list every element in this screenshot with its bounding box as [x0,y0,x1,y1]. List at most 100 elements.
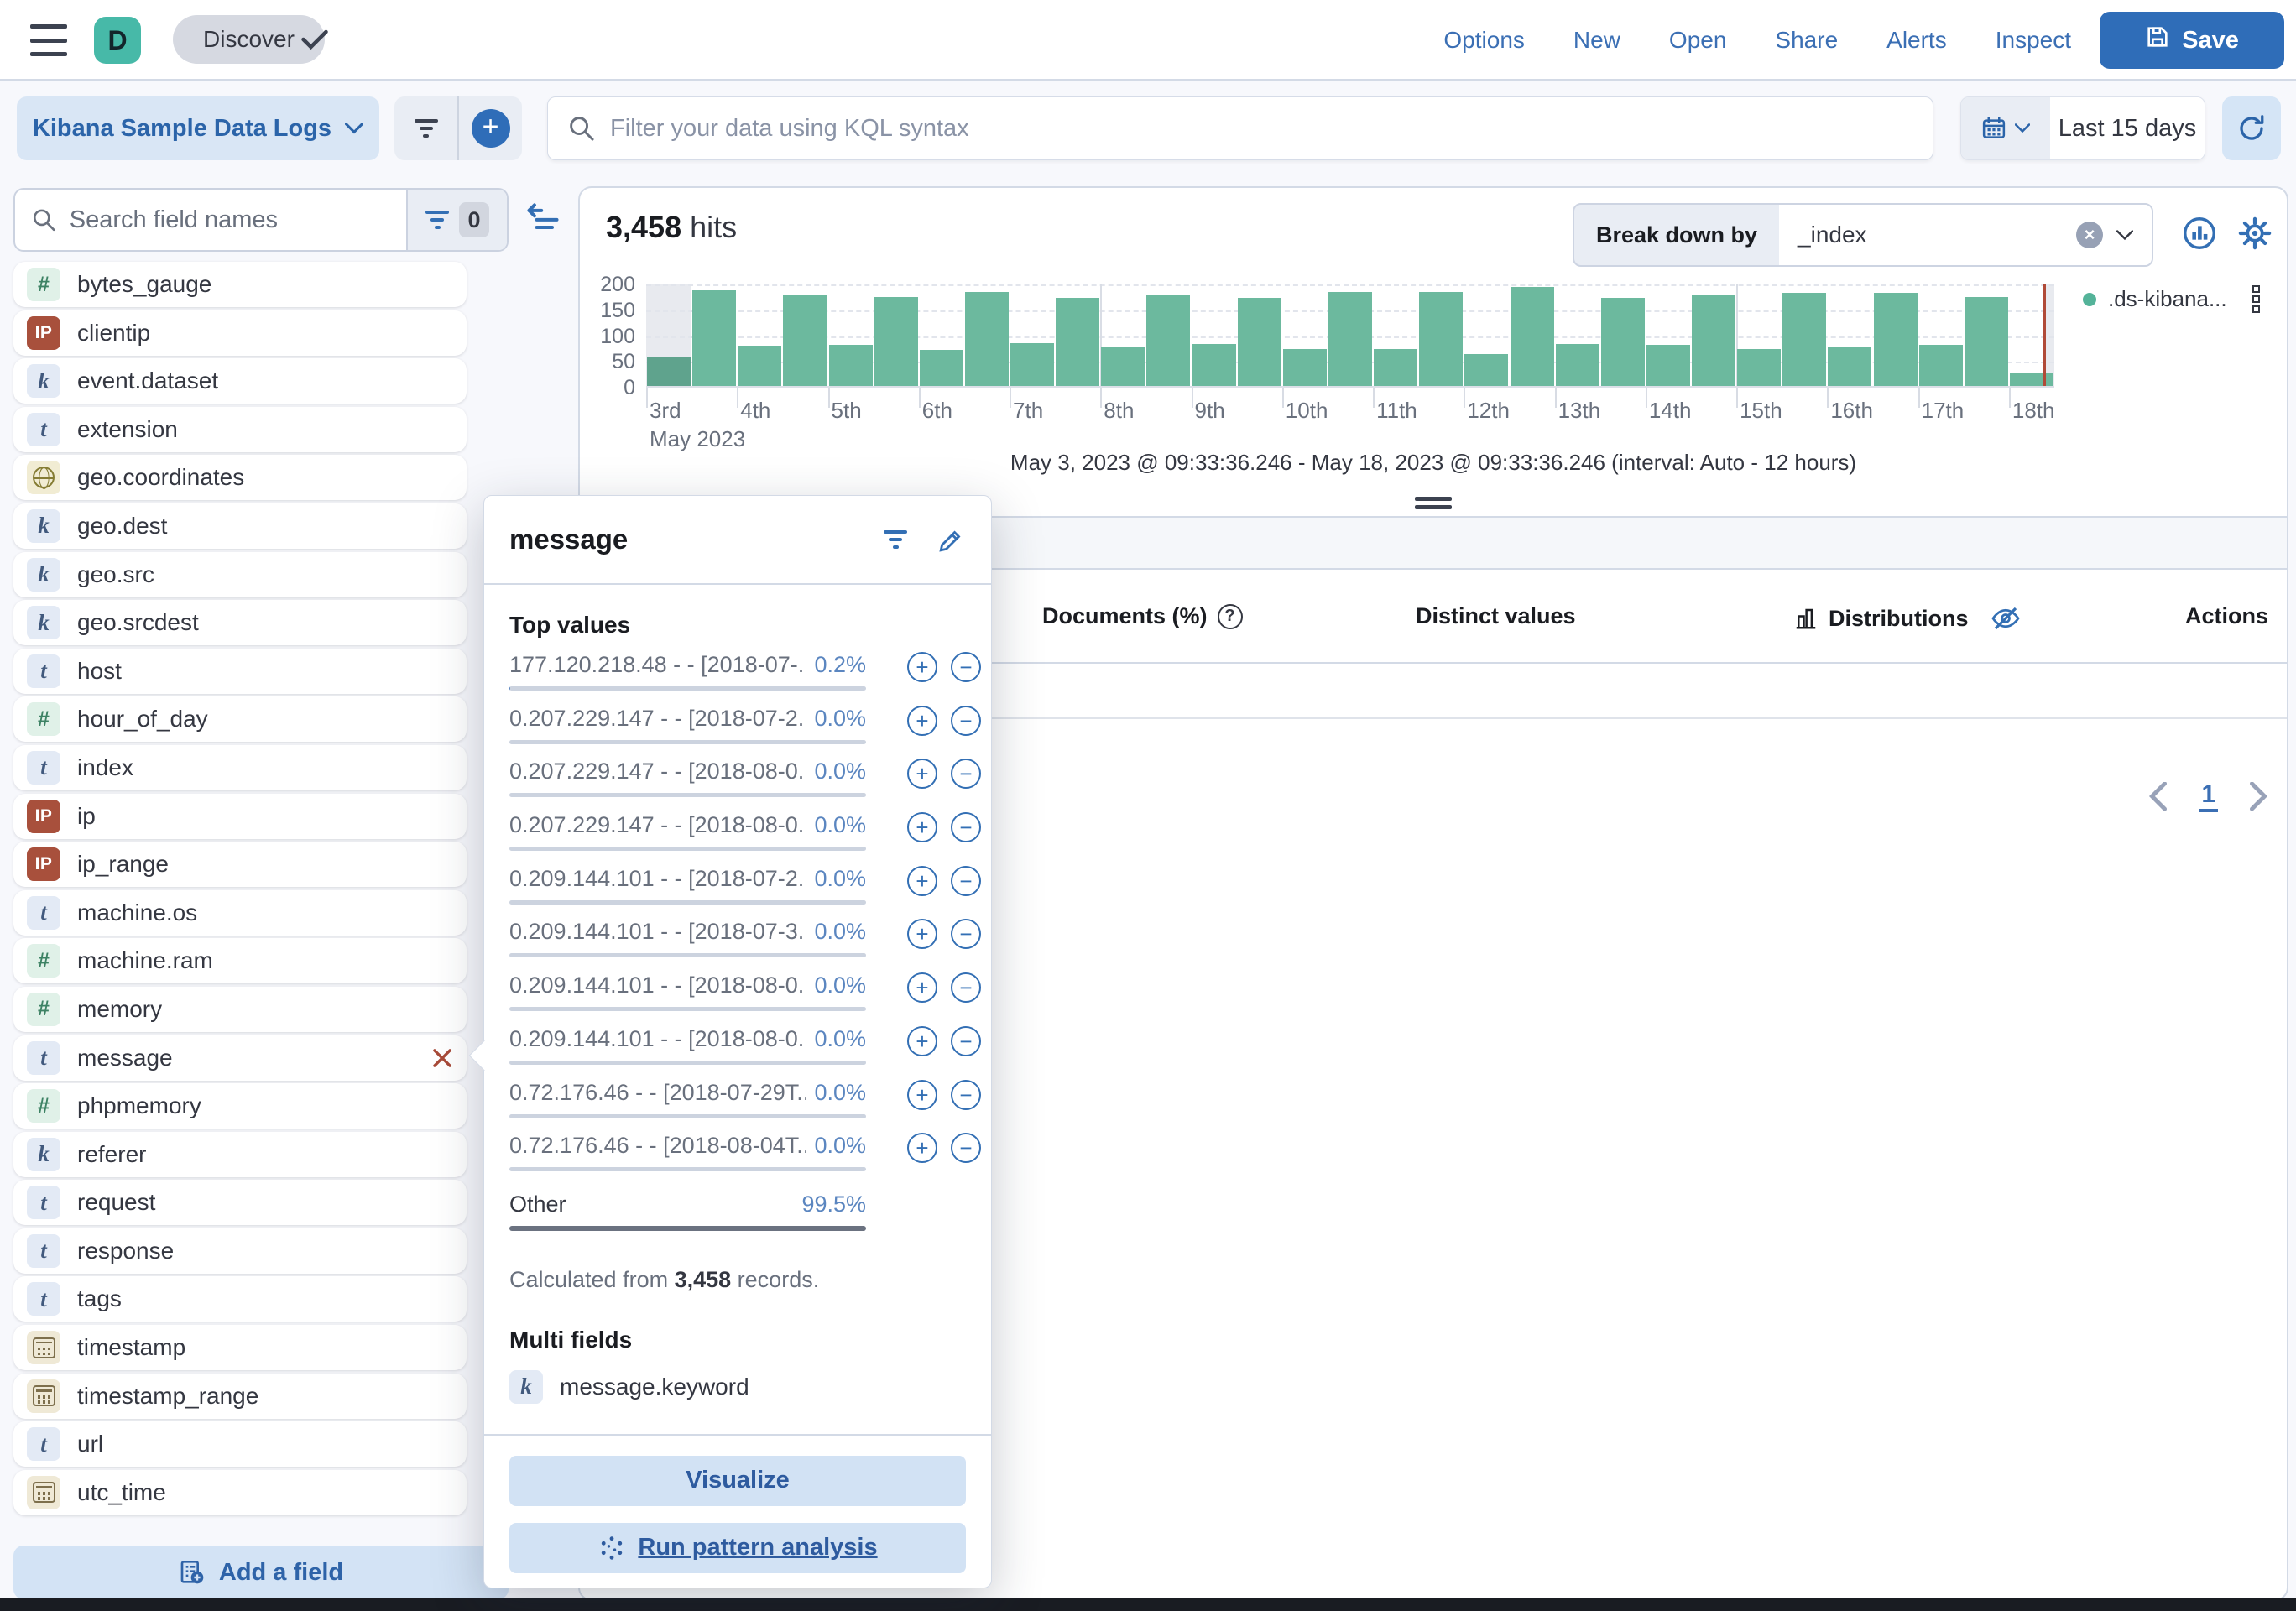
filter-for-value-button[interactable]: + [907,1080,937,1110]
field-list-item[interactable]: # bytes_gauge [13,262,467,307]
breakdown-selector[interactable]: Break down by _index × [1573,203,2153,267]
field-list-item[interactable]: IP ip [13,794,467,839]
filter-menu-button[interactable] [394,96,457,160]
histogram-bar [1238,298,1281,386]
previous-page-button[interactable] [2148,782,2168,811]
field-list-item[interactable]: IP clientip [13,310,467,356]
top-value-text: 0.209.144.101 - - [2018-08-0... [509,1026,806,1052]
refresh-button[interactable] [2222,96,2281,160]
edit-field-pencil-icon[interactable] [937,525,966,554]
field-list-item[interactable]: geo.coordinates [13,455,467,500]
field-list-item[interactable]: timestamp [13,1325,467,1370]
legend-series-label[interactable]: .ds-kibana... [2108,286,2227,312]
field-type-badge: # [27,268,60,301]
histogram-bar [1283,349,1327,386]
filter-for-value-button[interactable]: + [907,652,937,682]
field-list-item[interactable]: t request [13,1180,467,1225]
clear-breakdown-icon[interactable]: × [2076,222,2103,248]
topbar-menu-link[interactable]: Share [1775,27,1838,54]
field-list-item[interactable]: t url [13,1421,467,1467]
collapse-sidebar-button[interactable] [524,200,562,238]
data-view-selector[interactable]: Kibana Sample Data Logs [17,96,379,160]
field-list-item[interactable]: # machine.ram [13,938,467,983]
field-list-item[interactable]: t extension [13,407,467,452]
multi-field-item[interactable]: k message.keyword [509,1370,966,1404]
field-list-item[interactable]: k geo.src [13,552,467,597]
legend-menu-icon[interactable] [2252,285,2260,313]
deselect-field-button[interactable] [431,1047,453,1069]
top-value-percent: 0.0% [814,972,866,998]
top-value-row: 0.72.176.46 - - [2018-08-04T... 0.0% + − [509,1133,966,1186]
help-icon[interactable]: ? [1218,604,1243,629]
histogram-bar [1101,347,1145,386]
field-list-item[interactable]: IP ip_range [13,842,467,887]
time-range-picker[interactable]: Last 15 days [1960,96,2205,160]
menu-hamburger-icon[interactable] [30,24,67,56]
filter-for-value-button[interactable]: + [907,972,937,1003]
filter-out-value-button[interactable]: − [951,706,981,736]
calendar-menu[interactable] [1961,97,2050,159]
chevron-down-icon [2116,230,2133,241]
filter-out-value-button[interactable]: − [951,972,981,1003]
topbar-menu-link[interactable]: Open [1669,27,1727,54]
next-page-button[interactable] [2248,782,2268,811]
chart-options-gear-button[interactable] [2230,208,2280,258]
field-list-item[interactable]: t response [13,1228,467,1274]
field-list-item[interactable]: t tags [13,1276,467,1322]
filter-for-value-button[interactable]: + [907,919,937,949]
filter-for-value-button[interactable]: + [907,759,937,789]
kql-query-input[interactable] [610,115,1933,143]
filter-controls-group: + [394,96,522,160]
field-list-item[interactable]: k referer [13,1132,467,1177]
refresh-icon [2236,113,2267,143]
field-list-item[interactable]: t index [13,745,467,790]
filter-for-value-button[interactable]: + [907,706,937,736]
filter-out-value-button[interactable]: − [951,866,981,896]
field-list-item[interactable]: k event.dataset [13,358,467,404]
page-number[interactable]: 1 [2199,780,2218,812]
add-filter-button[interactable]: + [459,96,522,160]
filter-out-value-button[interactable]: − [951,1133,981,1163]
hide-distributions-icon[interactable] [1991,603,2021,633]
filter-out-value-button[interactable]: − [951,1026,981,1056]
field-list-item[interactable]: timestamp_range [13,1374,467,1419]
filter-for-value-button[interactable]: + [907,812,937,842]
filter-for-value-button[interactable]: + [907,1026,937,1056]
field-search-input[interactable] [70,206,406,234]
topbar-menu-link[interactable]: New [1573,27,1620,54]
filter-out-value-button[interactable]: − [951,812,981,842]
histogram-column-icon [1793,606,1819,631]
filter-out-value-button[interactable]: − [951,919,981,949]
field-list-item[interactable]: # hour_of_day [13,696,467,742]
save-button[interactable]: Save [2100,12,2284,69]
field-list-item[interactable]: t machine.os [13,890,467,936]
filter-values-icon[interactable] [884,530,907,549]
field-list-item[interactable]: k geo.dest [13,503,467,549]
time-range-value[interactable]: Last 15 days [2050,97,2205,159]
filter-out-value-button[interactable]: − [951,1080,981,1110]
field-filter-button[interactable]: 0 [406,190,507,250]
topbar-menu-link[interactable]: Options [1443,27,1525,54]
filter-out-value-button[interactable]: − [951,652,981,682]
field-list-item[interactable]: # phpmemory [13,1083,467,1129]
field-list-item[interactable]: # memory [13,987,467,1032]
filter-out-value-button[interactable]: − [951,759,981,789]
edit-visualization-button[interactable] [2174,208,2225,258]
add-field-button[interactable]: Add a field [13,1546,509,1599]
y-axis-label: 200 [580,273,635,297]
top-value-row: 0.209.144.101 - - [2018-08-0... 0.0% + − [509,972,966,1026]
chart-resize-handle[interactable] [1415,497,1452,509]
topbar-menu-link[interactable]: Inspect [1996,27,2071,54]
visualize-button[interactable]: Visualize [509,1456,966,1506]
field-list-item[interactable]: k geo.srcdest [13,600,467,645]
run-pattern-analysis-button[interactable]: Run pattern analysis [509,1523,966,1573]
field-type-badge: # [27,702,60,736]
filter-for-value-button[interactable]: + [907,1133,937,1163]
top-value-text: 0.207.229.147 - - [2018-08-0... [509,759,806,785]
filter-for-value-button[interactable]: + [907,866,937,896]
app-logo-badge[interactable]: D [94,17,141,64]
topbar-menu-link[interactable]: Alerts [1886,27,1947,54]
field-list-item[interactable]: utc_time [13,1470,467,1515]
field-list-item[interactable]: t host [13,649,467,694]
field-list-item[interactable]: t message [13,1035,467,1081]
